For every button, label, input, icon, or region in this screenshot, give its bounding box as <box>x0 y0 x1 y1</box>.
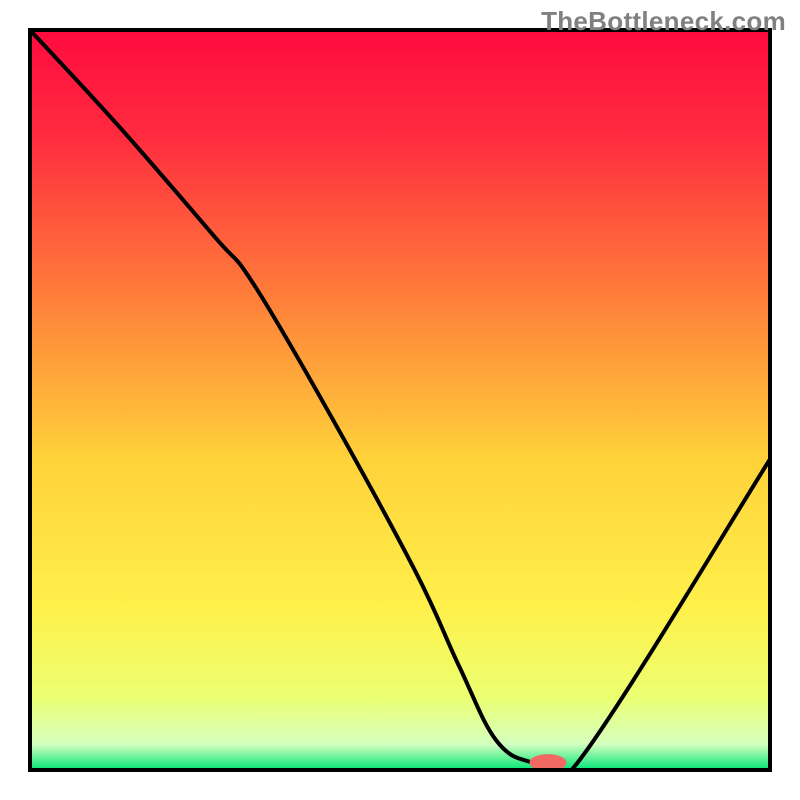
gradient-background <box>30 30 770 770</box>
chart-container: TheBottleneck.com <box>0 0 800 800</box>
watermark-text: TheBottleneck.com <box>541 6 786 37</box>
chart-svg <box>0 0 800 800</box>
